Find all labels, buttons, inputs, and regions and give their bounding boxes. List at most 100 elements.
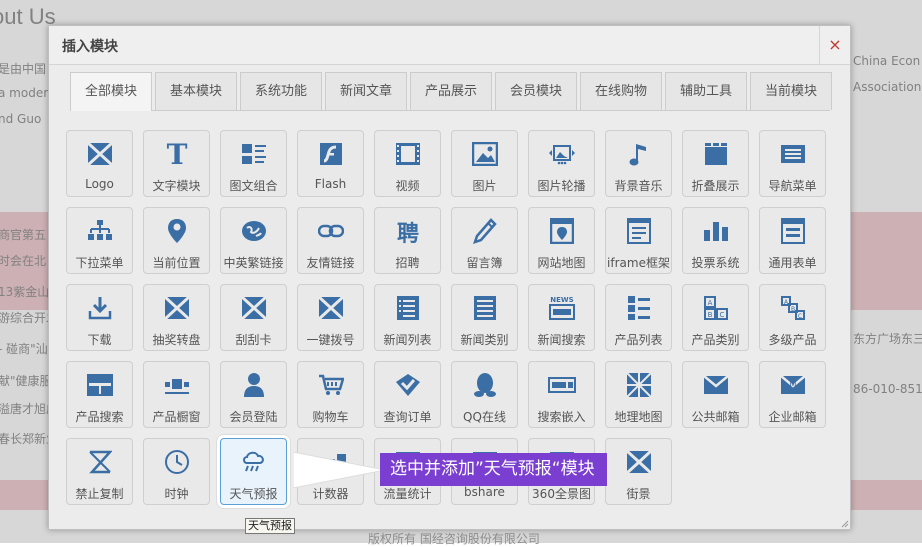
module-label: 天气预报 bbox=[229, 487, 278, 501]
module-tile[interactable]: 留言簿 bbox=[451, 207, 518, 274]
module-tile[interactable]: 背景音乐 bbox=[605, 130, 672, 197]
tab-5[interactable]: 会员模块 bbox=[495, 72, 577, 110]
close-button[interactable]: × bbox=[819, 26, 850, 64]
multilevel-product-icon: ABC bbox=[760, 294, 825, 322]
module-tile[interactable]: 购物车 bbox=[297, 361, 364, 428]
module-tile[interactable]: 通用表单 bbox=[759, 207, 826, 274]
module-label: 新闻类别 bbox=[460, 333, 509, 347]
module-label: 图片轮播 bbox=[537, 179, 586, 193]
module-label: 多级产品 bbox=[768, 333, 817, 347]
module-tile[interactable]: 图文组合 bbox=[220, 130, 287, 197]
module-label: 地理地图 bbox=[614, 410, 663, 424]
module-label: 中英繁链接 bbox=[223, 256, 284, 270]
module-label: 新闻搜索 bbox=[537, 333, 586, 347]
module-tile[interactable]: 禁止复制 bbox=[66, 438, 133, 505]
dropdown-menu-icon bbox=[67, 217, 132, 245]
order-query-icon bbox=[375, 371, 440, 399]
tab-7[interactable]: 辅助工具 bbox=[665, 72, 747, 110]
placeholder-icon bbox=[298, 294, 363, 322]
module-tile[interactable]: 产品橱窗 bbox=[143, 361, 210, 428]
image-text-icon bbox=[221, 140, 286, 168]
module-label: 时钟 bbox=[164, 487, 189, 501]
module-tile[interactable]: 地理地图 bbox=[605, 361, 672, 428]
slideshow-icon bbox=[529, 140, 594, 168]
module-tile[interactable]: 会员登陆 bbox=[220, 361, 287, 428]
module-tile[interactable]: 下拉菜单 bbox=[66, 207, 133, 274]
module-tile[interactable]: 时钟 bbox=[143, 438, 210, 505]
module-tile[interactable]: 产品搜索 bbox=[66, 361, 133, 428]
module-label: 产品橱窗 bbox=[152, 410, 201, 424]
module-tile[interactable]: 新闻列表 bbox=[374, 284, 441, 351]
module-tile[interactable]: iframe框架 bbox=[605, 207, 672, 274]
module-tile[interactable]: 中英繁链接 bbox=[220, 207, 287, 274]
module-label: 当前位置 bbox=[152, 256, 201, 270]
enterprise-mail-icon: M bbox=[760, 371, 825, 399]
module-label: 抽奖转盘 bbox=[152, 333, 201, 347]
module-label: 背景音乐 bbox=[614, 179, 663, 193]
module-tile[interactable]: Flash bbox=[297, 130, 364, 197]
module-tile[interactable]: 公共邮箱 bbox=[682, 361, 749, 428]
sitemap-icon bbox=[529, 217, 594, 245]
module-tile[interactable]: 抽奖转盘 bbox=[143, 284, 210, 351]
news-list-icon bbox=[375, 294, 440, 322]
guestbook-icon bbox=[452, 217, 517, 245]
tab-6[interactable]: 在线购物 bbox=[580, 72, 662, 110]
flash-icon bbox=[298, 140, 363, 168]
module-tile[interactable]: 当前位置 bbox=[143, 207, 210, 274]
news-search-icon: NEWS bbox=[529, 294, 594, 322]
tab-3[interactable]: 新闻文章 bbox=[325, 72, 407, 110]
module-tile[interactable]: M 企业邮箱 bbox=[759, 361, 826, 428]
svg-text:B: B bbox=[707, 311, 712, 319]
module-tile[interactable]: 查询订单 bbox=[374, 361, 441, 428]
tab-0[interactable]: 全部模块 bbox=[70, 72, 152, 111]
module-tile[interactable]: 友情链接 bbox=[297, 207, 364, 274]
product-list-icon bbox=[606, 294, 671, 322]
showcase-icon bbox=[144, 371, 209, 399]
module-label: 产品搜索 bbox=[75, 410, 124, 424]
tab-1[interactable]: 基本模块 bbox=[155, 72, 237, 110]
module-label: 图文组合 bbox=[229, 179, 278, 193]
module-tile[interactable]: 产品列表 bbox=[605, 284, 672, 351]
module-tile[interactable]: 新闻类别 bbox=[451, 284, 518, 351]
module-tile[interactable]: 视频 bbox=[374, 130, 441, 197]
module-tile[interactable]: 街景 bbox=[605, 438, 672, 505]
module-tile[interactable]: 下载 bbox=[66, 284, 133, 351]
module-tile[interactable]: NEWS 新闻搜索 bbox=[528, 284, 595, 351]
module-label: 搜索嵌入 bbox=[537, 410, 586, 424]
module-tile[interactable]: 搜索嵌入 bbox=[528, 361, 595, 428]
tab-4[interactable]: 产品展示 bbox=[410, 72, 492, 110]
module-label: 街景 bbox=[626, 487, 651, 501]
resize-handle-icon[interactable] bbox=[841, 520, 849, 528]
dialog-title: 插入模块 bbox=[62, 39, 118, 55]
module-label: 新闻列表 bbox=[383, 333, 432, 347]
product-category-icon: ABC bbox=[683, 294, 748, 322]
module-tile[interactable]: 导航菜单 bbox=[759, 130, 826, 197]
module-tile[interactable]: 折叠展示 bbox=[682, 130, 749, 197]
module-tile[interactable]: 天气预报 bbox=[220, 438, 287, 505]
placeholder-icon bbox=[606, 448, 671, 476]
module-tile[interactable]: 图片轮播 bbox=[528, 130, 595, 197]
location-icon bbox=[144, 217, 209, 245]
tab-2[interactable]: 系统功能 bbox=[240, 72, 322, 110]
tab-8[interactable]: 当前模块 bbox=[750, 72, 832, 110]
module-label: 企业邮箱 bbox=[768, 410, 817, 424]
module-tile[interactable]: 网站地图 bbox=[528, 207, 595, 274]
clock-icon bbox=[144, 448, 209, 476]
module-tile[interactable]: 图片 bbox=[451, 130, 518, 197]
module-tile[interactable]: 投票系统 bbox=[682, 207, 749, 274]
module-label: 公共邮箱 bbox=[691, 410, 740, 424]
module-label: 文字模块 bbox=[152, 179, 201, 193]
module-tile[interactable]: 一键拨号 bbox=[297, 284, 364, 351]
svg-text:B: B bbox=[790, 306, 794, 313]
module-tile[interactable]: A B C 多级产品 bbox=[759, 284, 826, 351]
module-tile[interactable]: T 文字模块 bbox=[143, 130, 210, 197]
module-label: 视频 bbox=[395, 179, 420, 193]
module-tile[interactable]: QQ在线 bbox=[451, 361, 518, 428]
module-tile[interactable]: 聘招聘 bbox=[374, 207, 441, 274]
module-label: Logo bbox=[85, 177, 114, 191]
module-tabs: 全部模块 基本模块 系统功能 新闻文章 产品展示 会员模块 在线购物 辅助工具 当前模块 bbox=[70, 72, 832, 111]
module-tile[interactable]: Logo bbox=[66, 130, 133, 197]
module-tile[interactable]: A B C 产品类别 bbox=[682, 284, 749, 351]
module-label: 招聘 bbox=[395, 256, 420, 270]
module-tile[interactable]: 刮刮卡 bbox=[220, 284, 287, 351]
